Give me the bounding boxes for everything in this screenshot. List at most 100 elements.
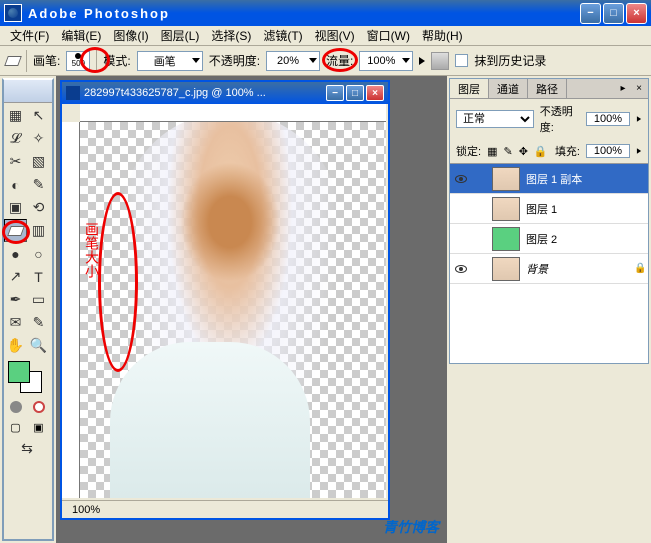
minimize-button[interactable]: − [580,3,601,24]
layer-row[interactable]: 背景🔒 [450,254,648,284]
layer-thumbnail[interactable] [492,197,520,221]
options-bar: 画笔: 500 模式: 不透明度: 流量: 抹到历史记录 [0,46,651,76]
annotation-circle-brushsize [98,192,138,372]
jump-to-imageready[interactable]: ⇆ [4,437,50,460]
airbrush-icon[interactable] [431,52,449,70]
app-titlebar: Adobe Photoshop − □ × [0,0,651,26]
chevron-down-icon [192,58,200,63]
lasso-tool[interactable]: 𝓛 [4,127,27,150]
flow-label: 流量: [326,52,353,69]
eye-icon [455,175,467,183]
document-window[interactable]: 282997t433625787_c.jpg @ 100% ... − □ × … [60,80,390,520]
layer-thumbnail[interactable] [492,257,520,281]
document-canvas[interactable]: 画笔大小 [80,122,386,498]
layer-row[interactable]: 图层 1 [450,194,648,224]
brush-preview[interactable]: 500 [66,51,90,71]
chevron-right-icon[interactable] [637,116,641,122]
menu-select[interactable]: 选择(S) [205,25,257,46]
layer-name[interactable]: 背景 [526,261,634,277]
foreground-color[interactable] [8,361,30,383]
hand-tool[interactable]: ✋ [4,334,27,357]
dodge-tool[interactable]: ○ [27,242,50,265]
doc-maximize-button[interactable]: □ [346,85,364,101]
opacity-input[interactable] [266,51,320,71]
shape-tool[interactable]: ▭ [27,288,50,311]
slice-tool[interactable]: ▧ [27,150,50,173]
panel-menu-icon[interactable]: ▸ [616,81,630,95]
type-tool[interactable]: T [27,265,50,288]
panels-area: 图层 通道 路径 ▸ × 正常 不透明度: 锁定: ▦ ✎ ✥ [447,76,651,543]
menu-layer[interactable]: 图层(L) [155,25,206,46]
lock-move-icon[interactable]: ✥ [519,145,528,158]
ruler-vertical [62,122,80,498]
menu-file[interactable]: 文件(F) [4,25,55,46]
quickmask-mode[interactable] [27,397,50,417]
tab-paths[interactable]: 路径 [528,79,567,98]
standard-mode[interactable] [4,397,27,417]
marquee-tool[interactable]: ▦ [4,104,27,127]
layers-panel: 图层 通道 路径 ▸ × 正常 不透明度: 锁定: ▦ ✎ ✥ [449,78,649,364]
mode-select[interactable] [137,51,203,71]
document-titlebar[interactable]: 282997t433625787_c.jpg @ 100% ... − □ × [62,82,388,104]
flow-input[interactable] [359,51,413,71]
history-brush-tool[interactable]: ⟲ [27,196,50,219]
zoom-level[interactable]: 100% [72,504,100,516]
image-content-dress [110,342,310,498]
heal-tool[interactable]: ◐ [4,173,27,196]
app-title: Adobe Photoshop [28,6,170,21]
tab-channels[interactable]: 通道 [489,79,528,98]
maximize-button[interactable]: □ [603,3,624,24]
gradient-tool[interactable]: ▥ [27,219,50,242]
layer-row[interactable]: 图层 2 [450,224,648,254]
layers-list: 图层 1 副本图层 1 图层 2 背景🔒 [450,163,648,363]
visibility-toggle[interactable] [450,265,472,273]
eraser-tool[interactable] [4,219,27,242]
menu-edit[interactable]: 编辑(E) [55,25,107,46]
pen-tool[interactable]: ✒ [4,288,27,311]
brush-label: 画笔: [33,52,60,69]
screen-mode-1[interactable]: ▢ [4,417,27,437]
history-label: 抹到历史记录 [474,52,546,69]
lock-paint-icon[interactable]: ✎ [503,145,512,158]
history-checkbox[interactable] [455,54,468,67]
layer-thumbnail[interactable] [492,227,520,251]
notes-tool[interactable]: ✉ [4,311,27,334]
menu-help[interactable]: 帮助(H) [416,25,469,46]
lock-all-icon[interactable]: 🔒 [534,145,548,158]
move-tool[interactable]: ↖ [27,104,50,127]
visibility-toggle[interactable] [450,175,472,183]
layer-thumbnail[interactable] [492,167,520,191]
layer-row[interactable]: 图层 1 副本 [450,164,648,194]
menu-view[interactable]: 视图(V) [309,25,361,46]
eyedropper-tool[interactable]: ✎ [27,311,50,334]
screen-mode-2[interactable]: ▣ [27,417,50,437]
photoshop-icon [66,86,80,100]
tab-layers[interactable]: 图层 [450,79,489,98]
lock-transparency-icon[interactable]: ▦ [487,145,497,158]
crop-tool[interactable]: ✂ [4,150,27,173]
close-button[interactable]: × [626,3,647,24]
annotation-text: 画笔大小 [82,222,102,278]
menu-filter[interactable]: 滤镜(T) [257,25,308,46]
brush-tool[interactable]: ✎ [27,173,50,196]
menu-window[interactable]: 窗口(W) [361,25,416,46]
chevron-right-icon[interactable] [637,148,641,154]
photoshop-icon [4,4,22,22]
layer-name[interactable]: 图层 2 [526,231,648,247]
blend-mode-select[interactable]: 正常 [456,110,534,128]
panel-close-icon[interactable]: × [632,81,646,95]
wand-tool[interactable]: ✧ [27,127,50,150]
stamp-tool[interactable]: ▣ [4,196,27,219]
layer-name[interactable]: 图层 1 [526,201,648,217]
doc-minimize-button[interactable]: − [326,85,344,101]
eraser-tool-icon [4,56,22,66]
zoom-tool[interactable]: 🔍 [27,334,50,357]
doc-close-button[interactable]: × [366,85,384,101]
layer-name[interactable]: 图层 1 副本 [526,171,648,187]
blur-tool[interactable]: ● [4,242,27,265]
color-swatches[interactable] [4,361,50,397]
path-tool[interactable]: ↗ [4,265,27,288]
menu-image[interactable]: 图像(I) [107,25,154,46]
fill-input[interactable] [586,144,630,158]
layer-opacity-input[interactable] [586,112,630,126]
